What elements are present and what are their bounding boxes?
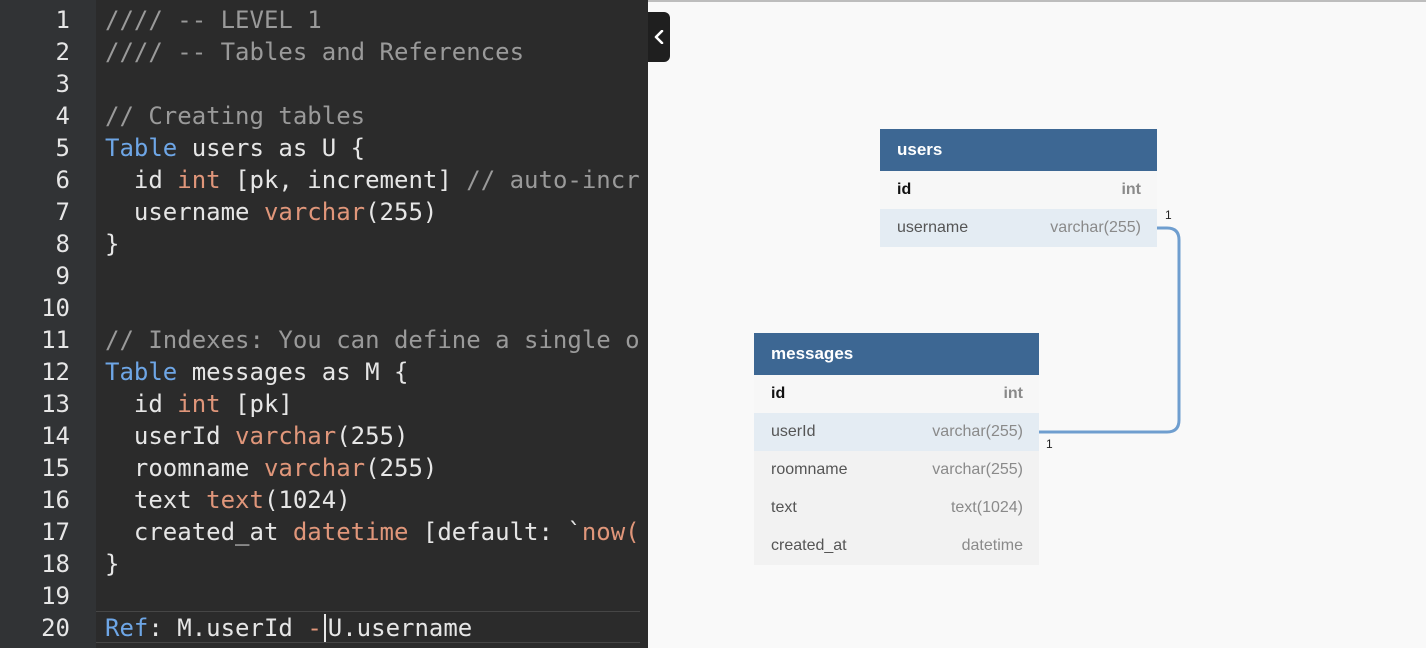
field-row-created-at[interactable]: created_at datetime	[754, 527, 1039, 565]
field-name: created_at	[771, 537, 847, 554]
field-name: id	[897, 181, 912, 198]
field-name: text	[771, 499, 797, 516]
field-type: int	[1003, 385, 1023, 402]
field-type: varchar(255)	[932, 461, 1023, 478]
table-users[interactable]: users id int username varchar(255)	[880, 129, 1157, 247]
field-name: userId	[771, 423, 816, 440]
field-row-username[interactable]: username varchar(255)	[880, 209, 1157, 247]
relationship-line	[1038, 226, 1181, 434]
field-row-roomname[interactable]: roomname varchar(255)	[754, 451, 1039, 489]
field-row-id[interactable]: id int	[880, 171, 1157, 209]
table-header[interactable]: messages	[754, 333, 1039, 375]
field-type: varchar(255)	[932, 423, 1023, 440]
relation-cardinality-users: 1	[1165, 208, 1172, 222]
relationship-lines	[1038, 226, 1181, 434]
relation-cardinality-messages: 1	[1046, 437, 1053, 451]
table-header[interactable]: users	[880, 129, 1157, 171]
field-name: id	[771, 385, 786, 402]
field-row-userid[interactable]: userId varchar(255)	[754, 413, 1039, 451]
field-name: username	[897, 219, 969, 236]
field-row-id[interactable]: id int	[754, 375, 1039, 413]
field-name: roomname	[771, 461, 848, 478]
table-messages[interactable]: messages id int userId varchar(255) roomname…	[754, 333, 1039, 565]
field-type: datetime	[961, 537, 1023, 554]
field-type: int	[1121, 181, 1141, 198]
field-type: varchar(255)	[1050, 219, 1141, 236]
field-type: text(1024)	[950, 499, 1023, 516]
field-row-text[interactable]: text text(1024)	[754, 489, 1039, 527]
